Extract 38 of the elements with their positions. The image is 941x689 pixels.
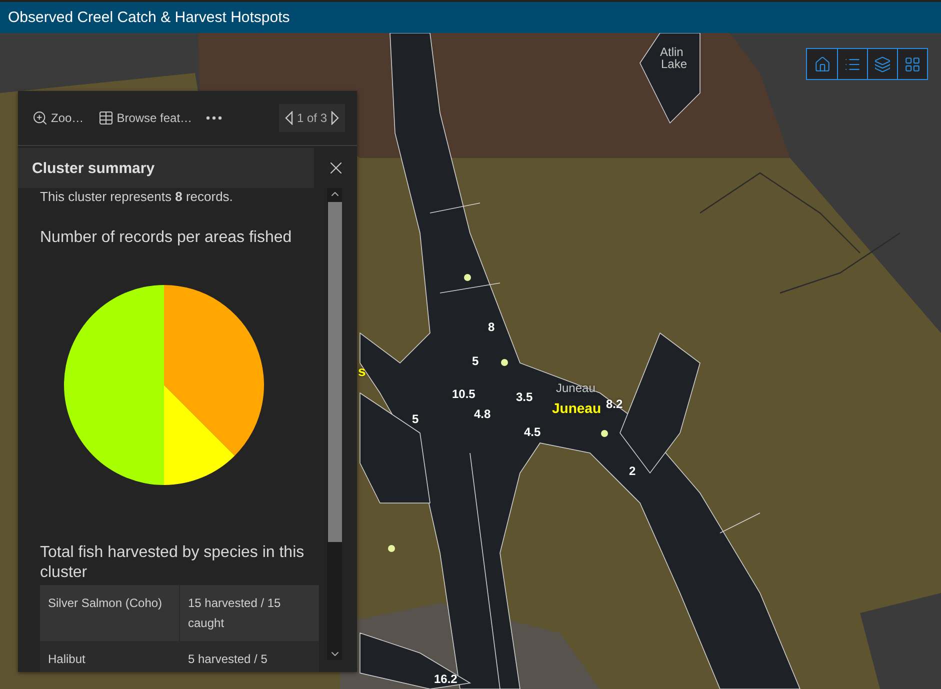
- place-label: Atlin: [660, 45, 684, 59]
- table-cell: Halibut: [40, 641, 180, 672]
- table-cell: 5 harvested / 5: [180, 641, 319, 672]
- browse-features-button[interactable]: Browse feat…: [96, 106, 194, 130]
- table-icon: [98, 110, 114, 126]
- layers-button[interactable]: [867, 49, 897, 79]
- map-value-label: 3.5: [516, 390, 533, 404]
- layers-icon: [874, 56, 891, 72]
- zoom-button[interactable]: Zoo…: [30, 106, 86, 130]
- chart-title: Number of records per areas fished: [40, 228, 293, 248]
- next-icon: [331, 111, 339, 125]
- home-icon: [814, 56, 830, 72]
- popup-title: Cluster summary: [18, 148, 314, 188]
- zoom-in-icon: [32, 110, 48, 126]
- legend-button[interactable]: [837, 49, 867, 79]
- table-cell: 15 harvested / 15 caught: [180, 585, 319, 641]
- map-value-label: 4.8: [474, 407, 491, 421]
- place-label: s: [358, 363, 366, 379]
- page-count: 1 of 3: [296, 111, 327, 125]
- basemap-button[interactable]: [897, 49, 927, 79]
- place-label: Lake: [661, 57, 688, 71]
- map-value-label: 5: [412, 412, 419, 426]
- map-value-label: 8: [488, 320, 495, 334]
- table-cell: Silver Salmon (Coho): [40, 585, 180, 641]
- grid-icon: [904, 56, 921, 72]
- app-title: Observed Creel Catch & Harvest Hotspots: [0, 2, 941, 33]
- place-label: Juneau: [552, 400, 602, 416]
- more-icon: [206, 116, 222, 120]
- previous-icon: [284, 111, 293, 125]
- home-button[interactable]: [807, 49, 837, 79]
- map-value-label: 5: [472, 354, 479, 368]
- map-value-label: 16.2: [434, 672, 458, 686]
- map-value-label: 4.5: [524, 425, 541, 439]
- scrollbar[interactable]: [327, 188, 342, 660]
- map-value-label: 2: [629, 464, 636, 478]
- table-title: Total fish harvested by species in this cluster: [40, 543, 306, 583]
- summary-text: This cluster represents 8 records.: [40, 189, 234, 204]
- map-value-label: 10.5: [452, 387, 476, 401]
